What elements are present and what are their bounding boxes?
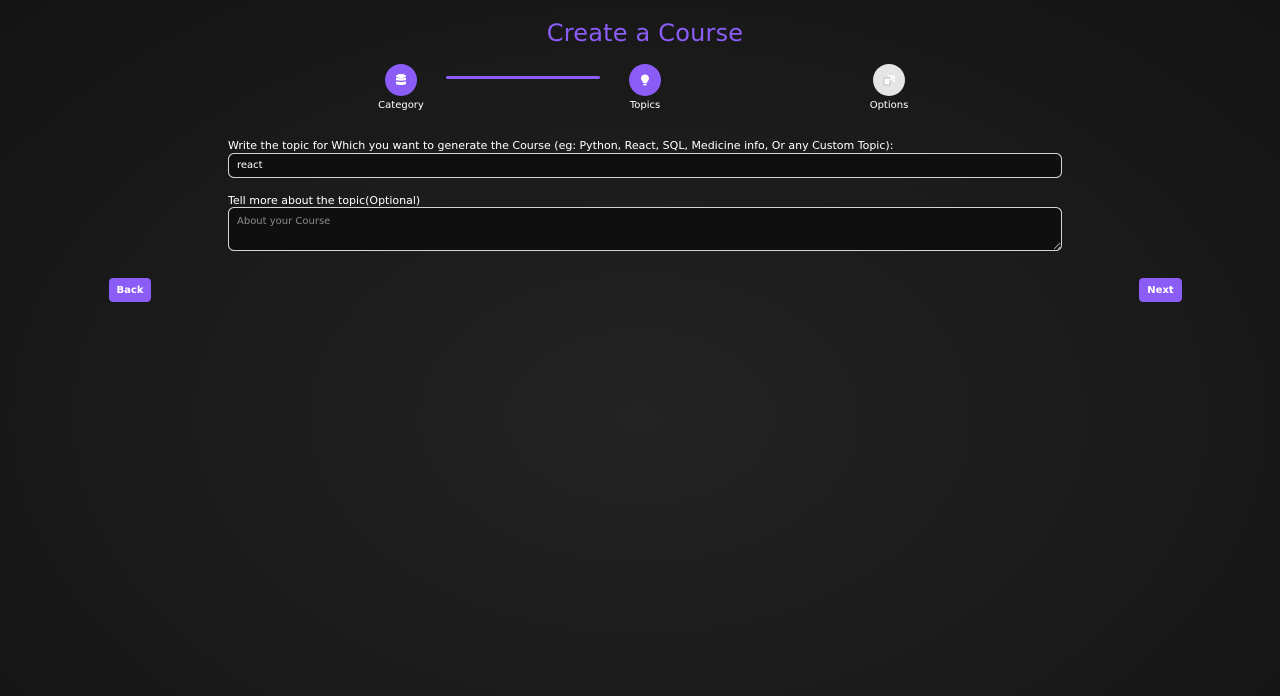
step-topics-label: Topics (629, 100, 661, 111)
step-options-label: Options (869, 100, 909, 111)
next-button[interactable]: Next (1139, 278, 1182, 302)
step-options-circle (873, 64, 905, 96)
step-topics[interactable]: Topics (605, 64, 685, 111)
description-textarea[interactable] (228, 207, 1062, 251)
step-category-label: Category (378, 100, 424, 111)
step-options[interactable]: Options (849, 64, 929, 111)
options-icon (883, 75, 895, 86)
database-icon (396, 74, 406, 85)
page-title: Create a Course (546, 19, 744, 47)
back-button[interactable]: Back (109, 278, 151, 302)
step-topics-circle (629, 64, 661, 96)
topic-label: Write the topic for Which you want to ge… (228, 139, 894, 152)
description-label: Tell more about the topic(Optional) (228, 194, 421, 207)
topic-input[interactable] (228, 153, 1062, 178)
step-category[interactable]: Category (361, 64, 441, 111)
step-progress-line (446, 76, 600, 79)
lightbulb-icon (641, 74, 649, 86)
step-category-circle (385, 64, 417, 96)
